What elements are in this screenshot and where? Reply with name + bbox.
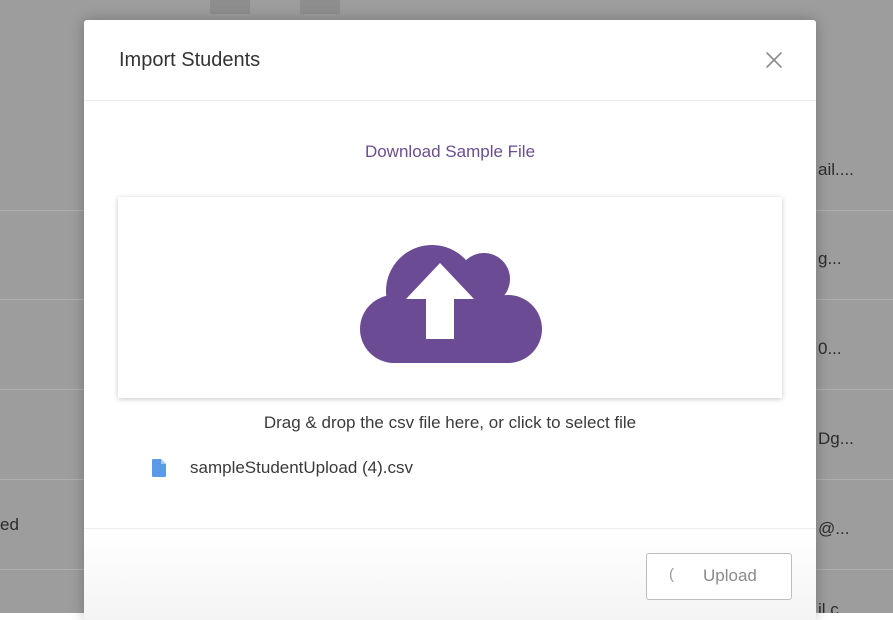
background-cell-text: 0... xyxy=(818,339,842,358)
file-icon xyxy=(152,459,166,477)
modal-title: Import Students xyxy=(119,49,261,71)
import-students-modal: Import Students Download Sample File Dra… xyxy=(84,20,816,620)
file-dropzone[interactable] xyxy=(118,197,782,398)
dropzone-hint: Drag & drop the csv file here, or click … xyxy=(263,413,637,432)
download-sample-file-link[interactable]: Download Sample File xyxy=(84,142,816,162)
cloud-upload-icon xyxy=(360,245,542,363)
close-icon xyxy=(766,52,782,68)
loading-spinner-icon: ( xyxy=(669,566,674,583)
close-button[interactable] xyxy=(760,46,788,74)
background-bar xyxy=(300,0,340,14)
selected-file-name: sampleStudentUpload (4).csv xyxy=(190,458,414,477)
background-bar xyxy=(210,0,250,14)
background-cell-text: ail.... xyxy=(818,160,854,179)
background-cell-text: Dg... xyxy=(818,429,854,448)
upload-button[interactable]: ( Upload xyxy=(646,553,792,600)
modal-header: Import Students xyxy=(84,20,816,101)
background-cell-text: il.c... xyxy=(818,600,853,613)
background-cell-text: ed xyxy=(0,515,19,534)
background-cell-text: g... xyxy=(818,249,842,268)
selected-file: sampleStudentUpload (4).csv xyxy=(152,457,552,481)
modal-footer: ( Upload xyxy=(84,528,816,620)
background-cell-text: @... xyxy=(818,519,850,538)
upload-button-label: Upload xyxy=(703,566,757,585)
